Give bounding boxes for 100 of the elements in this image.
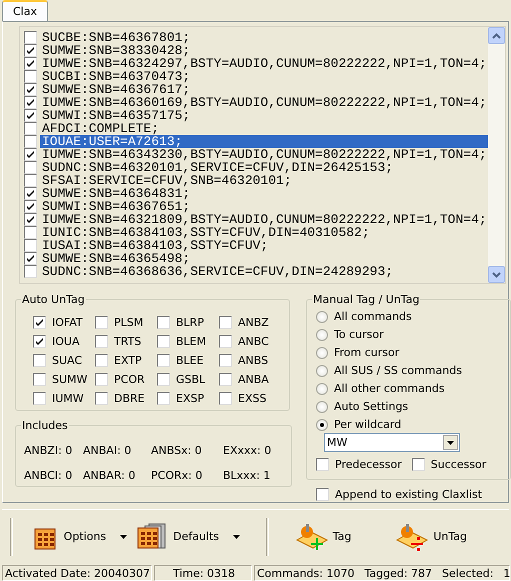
- checkbox[interactable]: [24, 226, 37, 240]
- checkbox-label[interactable]: IOFAT: [52, 316, 83, 330]
- radio-label[interactable]: From cursor: [334, 346, 400, 360]
- command-list[interactable]: [19, 26, 506, 284]
- checkbox-label[interactable]: PLSM: [114, 316, 144, 330]
- checkbox[interactable]: [24, 70, 37, 84]
- command-item[interactable]: SUMWI:SNB=46367651;: [40, 200, 192, 214]
- checkbox[interactable]: [33, 316, 46, 330]
- checkbox[interactable]: [95, 354, 108, 368]
- scrollbar[interactable]: [488, 27, 505, 284]
- checkbox[interactable]: [24, 265, 37, 278]
- checkbox[interactable]: [95, 335, 108, 348]
- checkbox-label[interactable]: BLEE: [176, 354, 204, 368]
- checkbox[interactable]: [24, 174, 37, 188]
- checkbox-label[interactable]: TRTS: [114, 335, 142, 348]
- checkbox-label[interactable]: ANBA: [238, 373, 269, 386]
- checkbox[interactable]: [24, 109, 37, 122]
- command-item[interactable]: IUMWE:SNB=46324297,BSTY=AUDIO,CUNUM=80222222,NPI=1,TON=4;: [40, 57, 488, 70]
- checkbox[interactable]: [316, 458, 329, 472]
- checkbox[interactable]: [24, 122, 37, 136]
- command-item[interactable]: SUMWE:SNB=46365498;: [40, 252, 192, 266]
- checkbox[interactable]: [24, 213, 37, 226]
- checkbox-label[interactable]: PCOR: [114, 373, 145, 386]
- checkbox[interactable]: [412, 458, 425, 472]
- radio-label[interactable]: Per wildcard: [334, 418, 402, 432]
- command-item[interactable]: SUDNC:SNB=46320101,SERVICE=CFUV,DIN=26425153;: [40, 161, 396, 174]
- checkbox[interactable]: [157, 373, 170, 386]
- command-item[interactable]: SUMWE:SNB=38330428;: [40, 44, 192, 58]
- command-item[interactable]: SUCBI:SNB=46370473;: [40, 70, 192, 84]
- checkbox[interactable]: [157, 392, 170, 406]
- radio-label[interactable]: Auto Settings: [334, 400, 408, 414]
- checkbox[interactable]: [157, 354, 170, 368]
- checkbox-label[interactable]: ANBZ: [238, 316, 269, 330]
- wildcard-dropdown[interactable]: MW: [324, 433, 460, 452]
- checkbox-label[interactable]: EXSS: [238, 392, 266, 406]
- command-item[interactable]: SUDNC:SNB=46368636,SERVICE=CFUV,DIN=24289293;: [40, 265, 396, 278]
- checkbox[interactable]: [24, 31, 37, 44]
- checkbox[interactable]: [157, 335, 170, 348]
- radio-button[interactable]: [316, 310, 328, 323]
- checkbox-label[interactable]: GSBL: [176, 373, 206, 386]
- checkbox[interactable]: [33, 373, 46, 386]
- checkbox[interactable]: [24, 135, 37, 148]
- command-item[interactable]: SUMWE:SNB=46367617;: [40, 83, 192, 96]
- checkbox-label[interactable]: DBRE: [114, 392, 145, 406]
- radio-label[interactable]: To cursor: [334, 328, 384, 342]
- checkbox[interactable]: [24, 44, 37, 58]
- command-item[interactable]: IUNIC:SNB=46384103,SSTY=CFUV,DIN=40310582;: [40, 226, 372, 240]
- checkbox-label[interactable]: ANBC: [238, 335, 269, 348]
- checkbox-label[interactable]: Successor: [430, 458, 486, 472]
- radio-button[interactable]: [316, 346, 328, 359]
- checkbox[interactable]: [219, 373, 232, 386]
- checkbox-label[interactable]: SUMW: [52, 373, 88, 386]
- scroll-down-button[interactable]: [488, 266, 505, 284]
- checkbox[interactable]: [219, 354, 232, 368]
- radio-button[interactable]: [316, 418, 328, 431]
- command-item[interactable]: IUMWE:SNB=46360169,BSTY=AUDIO,CUNUM=80222222,NPI=1,TON=4;: [40, 96, 488, 110]
- toolbar-button[interactable]: Defaults: [135, 520, 242, 554]
- checkbox[interactable]: [24, 187, 37, 200]
- command-item[interactable]: SUCBE:SNB=46367801;: [40, 31, 192, 44]
- checkbox-label[interactable]: Append to existing Claxlist: [335, 488, 482, 502]
- checkbox[interactable]: [24, 239, 37, 252]
- checkbox[interactable]: [219, 392, 232, 406]
- checkbox[interactable]: [219, 316, 232, 330]
- command-item[interactable]: IOUAE:USER=A72613;: [40, 135, 488, 148]
- checkbox-label[interactable]: EXSP: [176, 392, 204, 406]
- checkbox-label[interactable]: BLEM: [176, 335, 206, 348]
- command-item[interactable]: IUSAI:SNB=46384103,SSTY=CFUV;: [40, 239, 270, 252]
- checkbox-label[interactable]: SUAC: [52, 354, 82, 368]
- checkbox[interactable]: [24, 96, 37, 110]
- toolbar-button[interactable]: UnTag: [393, 520, 469, 554]
- checkbox-label[interactable]: BLRP: [176, 316, 204, 330]
- checkbox[interactable]: [95, 392, 108, 406]
- radio-button[interactable]: [316, 382, 328, 395]
- checkbox-label[interactable]: IOUA: [52, 335, 80, 348]
- checkbox[interactable]: [33, 354, 46, 368]
- checkbox[interactable]: [24, 148, 37, 162]
- toolbar-button[interactable]: Tag: [292, 520, 354, 554]
- checkbox[interactable]: [24, 161, 37, 174]
- checkbox-label[interactable]: ANBS: [238, 354, 268, 368]
- radio-label[interactable]: All SUS / SS commands: [334, 364, 462, 378]
- checkbox[interactable]: [24, 252, 37, 266]
- command-item[interactable]: SUMWI:SNB=46357175;: [40, 109, 192, 122]
- radio-button[interactable]: [316, 328, 328, 341]
- checkbox[interactable]: [95, 373, 108, 386]
- checkbox[interactable]: [157, 316, 170, 330]
- radio-button[interactable]: [316, 364, 328, 377]
- radio-label[interactable]: All commands: [334, 310, 412, 324]
- checkbox[interactable]: [24, 83, 37, 96]
- checkbox[interactable]: [95, 316, 108, 330]
- checkbox-label[interactable]: EXTP: [114, 354, 142, 368]
- checkbox[interactable]: [219, 335, 232, 348]
- checkbox[interactable]: [24, 200, 37, 214]
- command-item[interactable]: IUMWE:SNB=46321809,BSTY=AUDIO,CUNUM=80222222,NPI=1,TON=4;: [40, 213, 488, 226]
- command-item[interactable]: IUMWE:SNB=46343230,BSTY=AUDIO,CUNUM=80222222,NPI=1,TON=4;: [40, 148, 488, 162]
- checkbox[interactable]: [33, 335, 46, 348]
- checkbox[interactable]: [33, 392, 46, 406]
- checkbox[interactable]: [24, 57, 37, 70]
- toolbar-button[interactable]: Options: [30, 520, 130, 552]
- radio-button[interactable]: [316, 400, 328, 413]
- command-item[interactable]: SFSAI:SERVICE=CFUV,SNB=46320101;: [40, 174, 294, 188]
